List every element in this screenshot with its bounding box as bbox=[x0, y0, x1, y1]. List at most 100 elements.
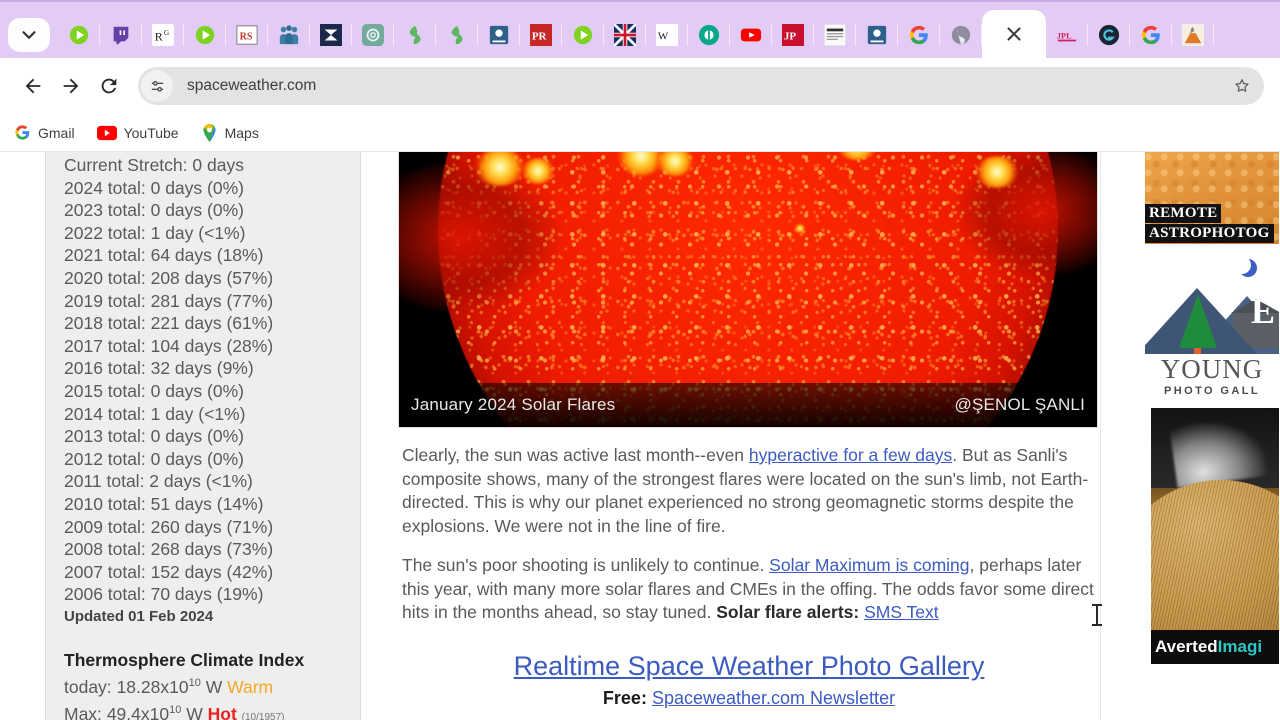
tab-uk-flag[interactable] bbox=[604, 12, 646, 58]
twitch-icon bbox=[110, 24, 132, 46]
tab-video-green-2[interactable] bbox=[184, 12, 226, 58]
tab-dark-e[interactable] bbox=[1088, 12, 1130, 58]
solar-flare-alerts-label: Solar flare alerts: bbox=[716, 602, 860, 622]
bookmark-gmail[interactable]: Gmail bbox=[14, 124, 75, 141]
tci-today-unit: W bbox=[205, 676, 223, 697]
bookmark-star-button[interactable] bbox=[1228, 72, 1256, 100]
youtube-icon bbox=[96, 125, 117, 140]
column-gap bbox=[361, 152, 398, 720]
stat-row: 2015 total: 0 days (0%) bbox=[64, 380, 244, 401]
photo-gallery-link[interactable]: Realtime Space Weather Photo Gallery bbox=[514, 651, 985, 681]
flare-6 bbox=[975, 156, 1019, 188]
tab-spaceweather[interactable] bbox=[982, 10, 1046, 58]
solar-maximum-link[interactable]: Solar Maximum is coming bbox=[769, 555, 969, 575]
tab-wikipedia[interactable]: W bbox=[646, 12, 688, 58]
tab-twitch[interactable] bbox=[100, 12, 142, 58]
stat-row: 2024 total: 0 days (0%) bbox=[64, 177, 244, 198]
paragraph-1: Clearly, the sun was active last month--… bbox=[402, 444, 1098, 538]
tab-openai[interactable] bbox=[352, 12, 394, 58]
ad-young-photo-gallery[interactable]: E YOUNG PHOTO GALL bbox=[1145, 244, 1279, 402]
tab-jp-red[interactable]: JP bbox=[772, 12, 814, 58]
hyperactive-link[interactable]: hyperactive for a few days bbox=[749, 445, 952, 465]
volcano-icon bbox=[1182, 24, 1204, 46]
stat-row: 2009 total: 260 days (71%) bbox=[64, 516, 274, 537]
tab-green-globe-1[interactable] bbox=[394, 12, 436, 58]
rs-icon: RS bbox=[236, 24, 258, 46]
ad2-subtitle: PHOTO GALL bbox=[1164, 385, 1260, 397]
tab-researchgate[interactable]: RG bbox=[142, 12, 184, 58]
updated-date: Updated 01 Feb 2024 bbox=[64, 607, 214, 625]
tab-newspaper[interactable] bbox=[814, 12, 856, 58]
sms-text-link[interactable]: SMS Text bbox=[864, 602, 939, 622]
forward-arrow-icon bbox=[63, 78, 79, 94]
solar-fibrils bbox=[1151, 480, 1279, 630]
bookmark-youtube[interactable]: YouTube bbox=[96, 125, 179, 141]
jp-icon: JP bbox=[782, 24, 804, 46]
tab-google-1[interactable] bbox=[898, 12, 940, 58]
image-caption-bar: January 2024 Solar Flares @ŞENOL ŞANLI bbox=[399, 383, 1097, 427]
tci-today-value: 18.28x10 bbox=[116, 676, 189, 697]
tab-pill[interactable] bbox=[8, 18, 50, 52]
para1-text-1: Clearly, the sun was active last month--… bbox=[402, 445, 749, 465]
green-globe-icon bbox=[404, 24, 426, 46]
tab-navy-arrow[interactable] bbox=[310, 12, 352, 58]
ad2-brand: YOUNG bbox=[1160, 354, 1264, 384]
stat-list: Current Stretch: 0 days 2024 total: 0 day… bbox=[64, 154, 360, 606]
tab-blue-book[interactable] bbox=[478, 12, 520, 58]
bookmarks-bar: Gmail YouTube Maps bbox=[0, 114, 1280, 152]
crescent-moon-icon bbox=[1233, 256, 1251, 274]
stat-row: 2020 total: 208 days (57%) bbox=[64, 267, 274, 288]
back-button[interactable] bbox=[16, 69, 50, 103]
tab-google-2[interactable] bbox=[1130, 12, 1172, 58]
ad3-word-1: Averted bbox=[1155, 637, 1218, 656]
ad-averted-imagination[interactable]: Averted Imagi bbox=[1145, 408, 1279, 670]
tab-green-globe-2[interactable] bbox=[436, 12, 478, 58]
stat-row: 2013 total: 0 days (0%) bbox=[64, 426, 244, 447]
solar-flare-image[interactable]: January 2024 Solar Flares @ŞENOL ŞANLI bbox=[398, 152, 1098, 428]
flag-icon bbox=[614, 24, 636, 46]
tab-jpl[interactable]: JPL bbox=[1046, 12, 1088, 58]
ad-remote-astrophotography[interactable]: REMOTE ASTROPHOTOG bbox=[1145, 152, 1279, 244]
close-icon bbox=[1003, 23, 1025, 45]
ad3-word-2: Imagi bbox=[1217, 637, 1263, 656]
tab-strip[interactable]: R G RS PR W JP JPL bbox=[0, 0, 1280, 58]
tci-max-label: Max: bbox=[64, 703, 102, 720]
newsletter-link[interactable]: Spaceweather.com Newsletter bbox=[652, 688, 895, 708]
bookmark-maps[interactable]: Maps bbox=[201, 123, 259, 142]
bookmark-label: Maps bbox=[224, 124, 259, 141]
tab-blue-book-2[interactable] bbox=[856, 12, 898, 58]
ad2-artwork: E bbox=[1145, 244, 1279, 354]
tab-grey-globe[interactable] bbox=[940, 12, 982, 58]
navy-arrow-icon bbox=[320, 24, 342, 46]
tab-list-dropdown[interactable] bbox=[0, 12, 58, 58]
reload-button[interactable] bbox=[92, 69, 126, 103]
tab-volcano[interactable] bbox=[1172, 12, 1214, 58]
tab-teal-circle[interactable] bbox=[688, 12, 730, 58]
book-icon bbox=[866, 24, 888, 46]
stat-row: 2022 total: 1 day (<1%) bbox=[64, 222, 246, 243]
tab-people-blue[interactable] bbox=[268, 12, 310, 58]
researchgate-icon: RG bbox=[152, 24, 174, 46]
pine-tree-icon bbox=[1179, 294, 1217, 348]
forward-button[interactable] bbox=[54, 69, 88, 103]
tci-today-row: today: 18.28x1010 W Warm bbox=[64, 672, 360, 699]
tab-rs-journal[interactable]: RS bbox=[226, 12, 268, 58]
text-cursor bbox=[1092, 604, 1102, 626]
tune-sliders-icon bbox=[151, 80, 163, 92]
tci-heading: Thermosphere Climate Index bbox=[64, 649, 305, 670]
tci-today-exponent: 10 bbox=[188, 676, 201, 689]
jpl-icon: JPL bbox=[1056, 24, 1078, 46]
address-bar[interactable]: spaceweather.com bbox=[138, 67, 1264, 105]
tab-red-pr[interactable]: PR bbox=[520, 12, 562, 58]
google-icon bbox=[1140, 24, 1162, 46]
tci-max-date: (10/1957) bbox=[241, 711, 285, 720]
tab-video-green-3[interactable] bbox=[562, 12, 604, 58]
book-icon bbox=[488, 24, 510, 46]
right-ad-rail: REMOTE ASTROPHOTOG E YOUNG PHOTO GALL Av… bbox=[1145, 152, 1279, 720]
site-info-button[interactable] bbox=[141, 70, 173, 102]
flare-7 bbox=[795, 224, 805, 233]
tab-video-green-1[interactable] bbox=[58, 12, 100, 58]
url-text[interactable]: spaceweather.com bbox=[187, 77, 1228, 95]
tab-youtube[interactable] bbox=[730, 12, 772, 58]
page-content: Current Stretch: 0 days 2024 total: 0 day… bbox=[0, 152, 1280, 720]
